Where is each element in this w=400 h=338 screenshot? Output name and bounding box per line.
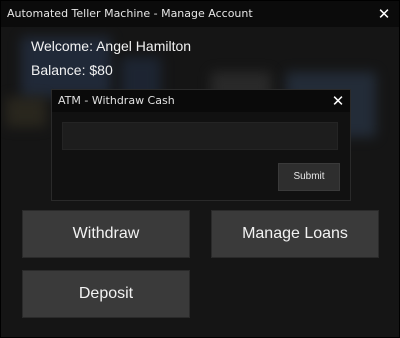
amount-input[interactable] [62,122,338,150]
dialog-title-bar: ATM - Withdraw Cash ✕ [52,90,350,112]
withdraw-dialog: ATM - Withdraw Cash ✕ Submit [51,89,351,201]
deposit-button[interactable]: Deposit [22,270,190,318]
withdraw-button[interactable]: Withdraw [22,210,190,258]
title-bar: Automated Teller Machine - Manage Accoun… [1,1,399,27]
balance-text: Balance: $80 [31,62,113,78]
window-title: Automated Teller Machine - Manage Accoun… [7,7,253,20]
dialog-title: ATM - Withdraw Cash [58,94,175,107]
close-icon[interactable]: ✕ [373,1,395,27]
close-icon[interactable]: ✕ [328,90,348,112]
atm-window: Automated Teller Machine - Manage Accoun… [0,0,400,338]
welcome-text: Welcome: Angel Hamilton [31,38,192,54]
submit-button[interactable]: Submit [278,163,340,191]
manage-loans-button[interactable]: Manage Loans [211,210,379,258]
